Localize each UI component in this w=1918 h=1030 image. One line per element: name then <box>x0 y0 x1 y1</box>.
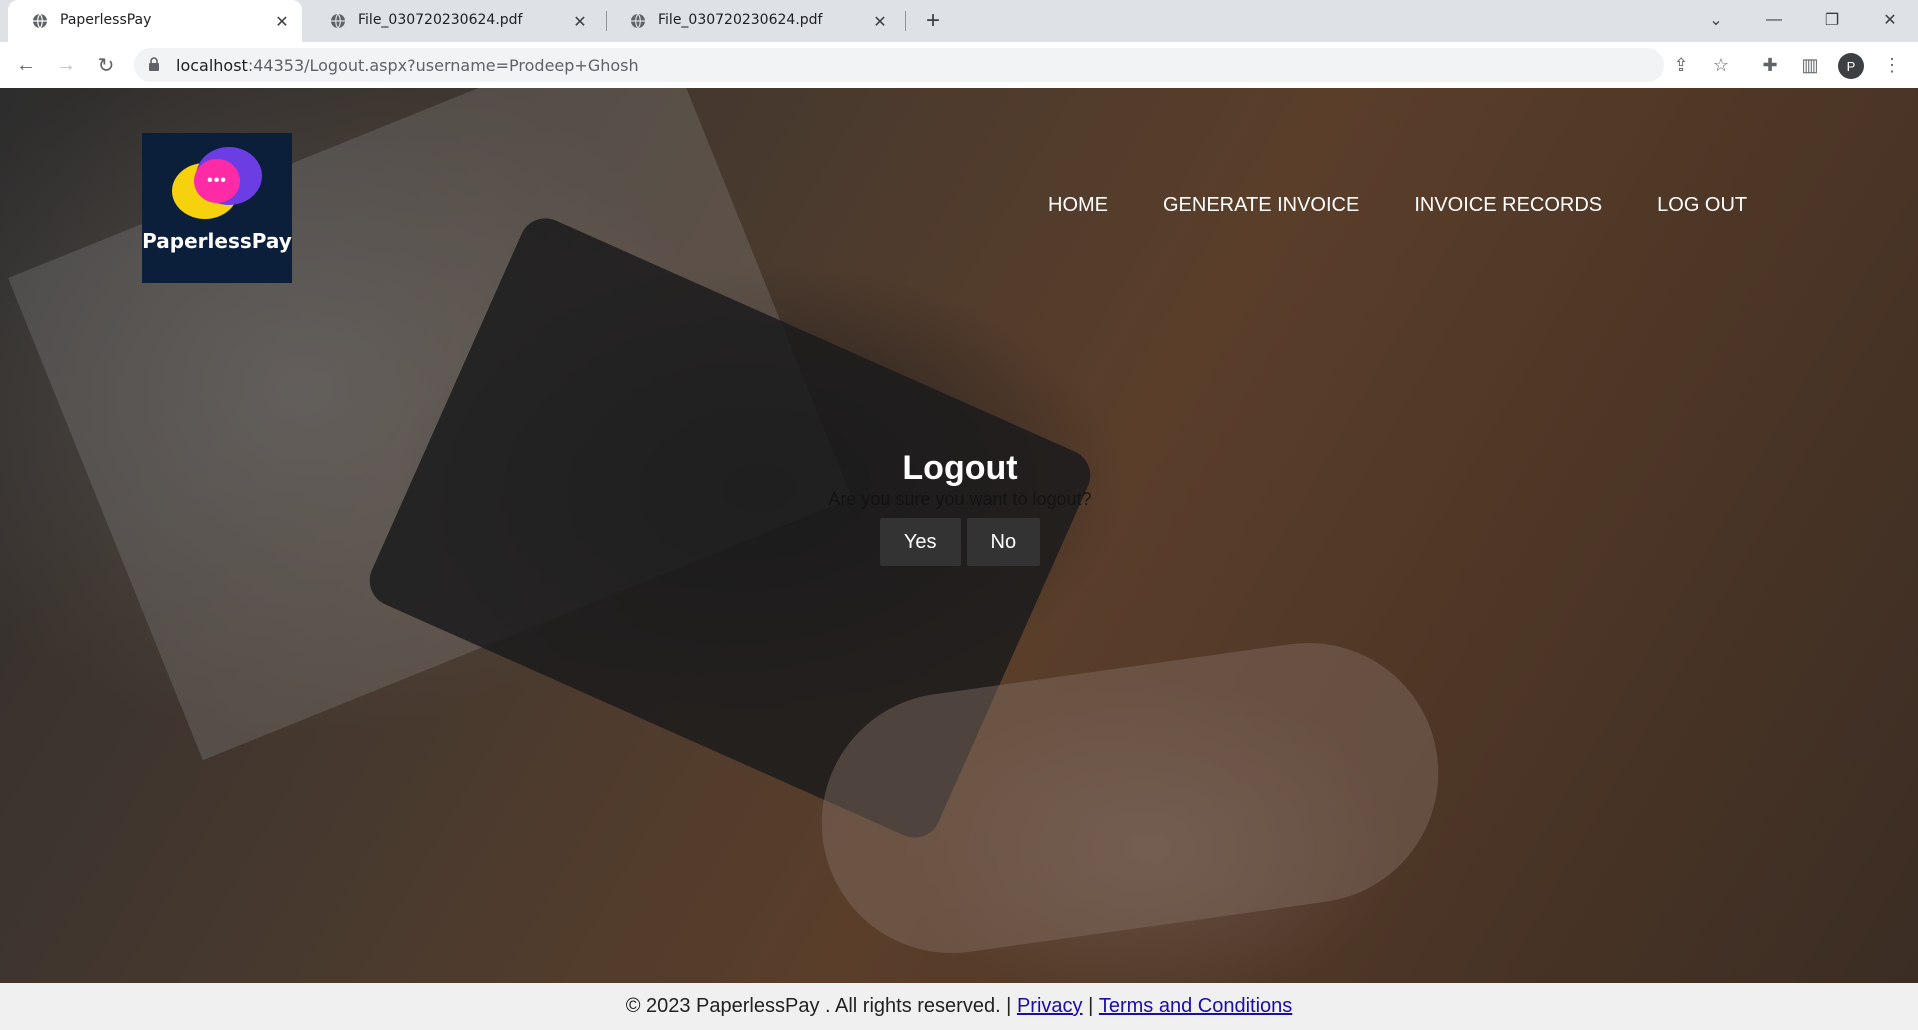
browser-tab-paperlesspay[interactable]: PaperlessPay ✕ <box>8 0 302 42</box>
tab-label: PaperlessPay <box>60 12 152 28</box>
restore-icon[interactable]: ❐ <box>1808 0 1856 40</box>
terms-link[interactable]: Terms and Conditions <box>1099 995 1292 1018</box>
side-panel-icon[interactable]: ▥ <box>1796 51 1824 79</box>
main-nav: HOME GENERATE INVOICE INVOICE RECORDS LO… <box>1048 194 1802 217</box>
dialog-title: Logout <box>902 449 1018 487</box>
avatar[interactable]: P <box>1838 53 1864 79</box>
dialog-message: Are you sure you want to logout? <box>828 489 1092 509</box>
logout-dialog: Logout Are you sure you want to logout? … <box>700 448 1220 566</box>
browser-tab-strip: PaperlessPay ✕ File_030720230624.pdf ✕ F… <box>0 0 1918 42</box>
footer-separator: | <box>1088 995 1094 1017</box>
close-icon[interactable]: ✕ <box>870 11 890 31</box>
tab-label: File_030720230624.pdf <box>358 12 523 28</box>
page-viewport: ••• PaperlessPay HOME GENERATE INVOICE I… <box>0 88 1918 1030</box>
chevron-down-icon[interactable]: ⌄ <box>1692 0 1740 40</box>
tab-divider <box>905 11 906 31</box>
logo-bubble-pink: ••• <box>194 159 240 203</box>
globe-icon <box>33 13 47 29</box>
back-arrow-icon[interactable]: ← <box>12 51 40 79</box>
browser-toolbar: ← → ↻ localhost:44353/Logout.aspx?userna… <box>0 42 1918 89</box>
close-icon[interactable]: ✕ <box>272 11 292 31</box>
logo-text: PaperlessPay <box>142 229 292 253</box>
address-bar[interactable]: localhost:44353/Logout.aspx?username=Pro… <box>134 48 1664 82</box>
forward-arrow-icon[interactable]: → <box>52 51 80 79</box>
close-icon[interactable]: ✕ <box>570 11 590 31</box>
puzzle-icon[interactable]: ✚ <box>1756 51 1784 79</box>
reload-icon[interactable]: ↻ <box>92 51 120 79</box>
globe-icon <box>631 13 645 29</box>
nav-log-out[interactable]: LOG OUT <box>1657 194 1747 217</box>
page-footer: © 2023 PaperlessPay . All rights reserve… <box>0 983 1918 1030</box>
browser-tab-pdf-1[interactable]: File_030720230624.pdf ✕ <box>306 0 600 42</box>
star-icon[interactable]: ☆ <box>1707 51 1735 79</box>
browser-tab-pdf-2[interactable]: File_030720230624.pdf ✕ <box>606 0 900 42</box>
plus-icon[interactable]: + <box>920 7 946 34</box>
nav-generate-invoice[interactable]: GENERATE INVOICE <box>1163 194 1359 217</box>
window-close-icon[interactable]: ✕ <box>1866 0 1914 40</box>
lock-icon[interactable] <box>148 57 160 71</box>
tab-label: File_030720230624.pdf <box>658 12 823 28</box>
yes-button[interactable]: Yes <box>879 518 961 566</box>
share-icon[interactable]: ⇪ <box>1667 51 1695 79</box>
footer-copyright: © 2023 PaperlessPay . All rights reserve… <box>625 995 1012 1017</box>
privacy-link[interactable]: Privacy <box>1017 995 1083 1018</box>
globe-icon <box>331 13 345 29</box>
no-button[interactable]: No <box>966 518 1041 566</box>
dialog-buttons: Yes No <box>700 518 1220 566</box>
nav-home[interactable]: HOME <box>1048 194 1108 217</box>
nav-invoice-records[interactable]: INVOICE RECORDS <box>1414 194 1602 217</box>
url-text: localhost:44353/Logout.aspx?username=Pro… <box>176 56 639 75</box>
minimize-icon[interactable]: — <box>1750 0 1798 40</box>
site-logo[interactable]: ••• PaperlessPay <box>142 133 292 283</box>
kebab-menu-icon[interactable]: ⋮ <box>1878 51 1906 79</box>
